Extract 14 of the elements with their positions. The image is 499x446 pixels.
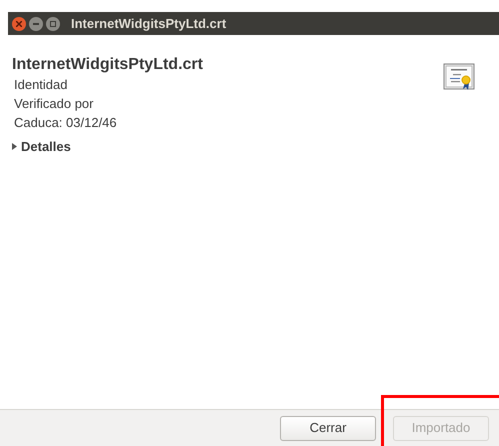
close-icon — [16, 20, 22, 26]
dialog-button[interactable]: Cerrar — [280, 416, 376, 440]
details-expander[interactable]: Detalles — [12, 137, 203, 156]
expander-icon — [12, 143, 17, 150]
maximize-icon — [50, 20, 56, 26]
minimize-icon — [33, 22, 39, 24]
minimize-button[interactable] — [29, 16, 43, 30]
certificate-field: Verificado por — [14, 94, 203, 113]
window-title: InternetWidgitsPtyLtd.crt — [71, 14, 226, 33]
certificate-name: InternetWidgitsPtyLtd.crt — [12, 55, 203, 75]
certificate-field: Caduca: 03/12/46 — [14, 113, 203, 132]
maximize-button[interactable] — [46, 16, 60, 30]
certificate-field: Identidad — [14, 75, 203, 94]
close-button[interactable] — [12, 16, 26, 30]
